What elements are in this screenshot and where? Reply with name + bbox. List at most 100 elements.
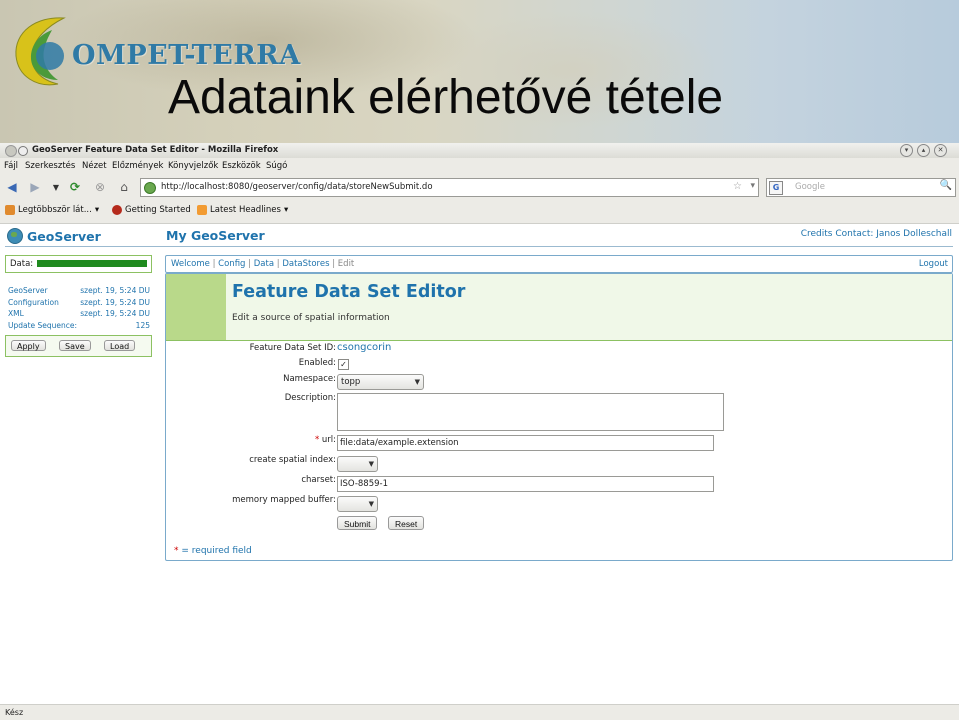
back-icon[interactable]: ◀: [4, 179, 20, 195]
menu-bar: Fájl Szerkesztés Nézet Előzmények Könyvj…: [0, 158, 959, 174]
menu-item-edit[interactable]: Szerkesztés: [25, 161, 75, 171]
search-engine-icon[interactable]: G: [769, 181, 783, 195]
reset-button[interactable]: Reset: [388, 516, 425, 530]
breadcrumb-welcome[interactable]: Welcome: [171, 259, 210, 269]
required-marker: *: [314, 435, 320, 445]
search-box[interactable]: G Google 🔍: [766, 178, 956, 197]
enabled-checkbox[interactable]: ✓: [338, 359, 349, 370]
status-text: Kész: [5, 708, 24, 717]
stop-icon[interactable]: ⊗: [92, 179, 108, 195]
url-label: * url:: [166, 435, 336, 445]
status-value: szept. 19, 5:24 DU: [80, 309, 150, 319]
save-button[interactable]: Save: [59, 340, 91, 351]
feature-id-value: csongcorin: [337, 342, 392, 353]
minimize-icon[interactable]: ▾: [900, 144, 913, 157]
status-table: GeoServer szept. 19, 5:24 DU Configurati…: [8, 286, 150, 333]
contact-link[interactable]: Contact: Janos Dolleschall: [835, 229, 952, 239]
header-divider: [5, 246, 953, 247]
chevron-down-icon: ▾: [94, 205, 100, 215]
status-bar: Kész: [0, 704, 959, 720]
credits-bar: Credits Contact: Janos Dolleschall: [801, 229, 952, 239]
chevron-down-icon: ▾: [283, 205, 289, 215]
bookmark-getting-started[interactable]: Getting Started: [112, 205, 191, 215]
breadcrumb: Welcome | Config | Data | DataStores | E…: [171, 259, 354, 269]
charset-label: charset:: [301, 475, 336, 485]
firefox-icon: [18, 146, 28, 156]
status-row: Configuration szept. 19, 5:24 DU: [8, 298, 150, 310]
bookmark-latest-headlines[interactable]: Latest Headlines ▾: [197, 205, 288, 215]
window-menu-icon[interactable]: [5, 145, 17, 157]
spatial-index-label: create spatial index:: [249, 455, 336, 465]
chevron-down-icon: ▼: [414, 378, 420, 386]
url-input[interactable]: file:data/example.extension: [337, 435, 714, 451]
breadcrumb-data[interactable]: Data: [254, 259, 274, 269]
chevron-down-icon: ▼: [368, 500, 374, 508]
window-title: GeoServer Feature Data Set Editor - Mozi…: [32, 145, 279, 155]
submit-button[interactable]: Submit: [337, 516, 378, 530]
search-icon[interactable]: 🔍: [940, 180, 952, 191]
required-marker: *: [174, 546, 179, 556]
logout-link[interactable]: Logout: [919, 259, 948, 269]
geoserver-logo[interactable]: GeoServer: [7, 228, 101, 244]
charset-input[interactable]: ISO-8859-1: [337, 476, 714, 492]
menu-item-tools[interactable]: Eszközök: [222, 161, 261, 171]
firefox-bookmark-icon: [112, 205, 122, 215]
maximize-icon[interactable]: ▴: [917, 144, 930, 157]
menu-item-help[interactable]: Súgó: [266, 161, 287, 171]
geoserver-logo-text: GeoServer: [27, 228, 101, 244]
home-icon[interactable]: ⌂: [116, 179, 132, 195]
close-icon[interactable]: ✕: [934, 144, 947, 157]
load-button[interactable]: Load: [104, 340, 136, 351]
editor-header-accent: [166, 274, 226, 340]
status-row: GeoServer szept. 19, 5:24 DU: [8, 286, 150, 298]
required-note: * = required field: [174, 546, 252, 556]
spatial-index-select[interactable]: ▼: [337, 456, 378, 472]
config-buttons: Apply Save Load: [5, 335, 152, 357]
credits-link[interactable]: Credits: [801, 229, 833, 239]
menu-item-file[interactable]: Fájl: [4, 161, 18, 171]
url-label-text: url:: [321, 435, 336, 445]
bookmark-star-icon[interactable]: ☆: [733, 181, 742, 192]
data-status-box: Data:: [5, 255, 152, 273]
status-key[interactable]: Configuration: [8, 298, 59, 307]
data-label: Data:: [10, 259, 34, 269]
menu-item-view[interactable]: Nézet: [82, 161, 107, 171]
slide-title: Adataink elérhetővé tétele: [168, 71, 724, 124]
page-heading: My GeoServer: [166, 228, 265, 243]
url-dropdown-icon[interactable]: ▾: [750, 181, 755, 191]
required-note-text: = required field: [181, 546, 252, 556]
forward-icon[interactable]: ▶: [27, 179, 43, 195]
editor-subtitle: Edit a source of spatial information: [232, 313, 390, 323]
mmb-select[interactable]: ▼: [337, 496, 378, 512]
globe-icon: [7, 228, 23, 244]
menu-item-history[interactable]: Előzmények: [112, 161, 163, 171]
editor-header: Feature Data Set Editor Edit a source of…: [166, 274, 952, 341]
description-label: Description:: [284, 393, 336, 403]
editor-title: Feature Data Set Editor: [232, 282, 466, 302]
bookmark-label: Legtöbbször lát...: [18, 205, 92, 215]
navigation-toolbar: ◀ ▶ ▼ ⟳ ⊗ ⌂ http://localhost:8080/geoser…: [0, 174, 959, 199]
site-identity-icon[interactable]: [144, 182, 156, 194]
breadcrumb-datastores[interactable]: DataStores: [282, 259, 329, 269]
menu-item-bookmarks[interactable]: Könyvjelzők: [168, 161, 218, 171]
status-value: szept. 19, 5:24 DU: [80, 286, 150, 295]
namespace-label: Namespace:: [283, 374, 336, 384]
apply-button[interactable]: Apply: [11, 340, 46, 351]
data-status-bar: [37, 260, 147, 267]
namespace-selected: topp: [341, 377, 361, 387]
status-value: szept. 19, 5:24 DU: [80, 297, 150, 307]
breadcrumb-current: Edit: [337, 259, 355, 269]
status-key[interactable]: GeoServer: [8, 286, 48, 295]
feature-id-label: Feature Data Set ID:: [249, 343, 336, 353]
bookmark-most-visited[interactable]: Legtöbbször lát... ▾: [5, 205, 99, 215]
reload-icon[interactable]: ⟳: [67, 179, 83, 195]
search-placeholder: Google: [795, 182, 825, 192]
description-textarea[interactable]: [337, 393, 724, 431]
namespace-select[interactable]: topp ▼: [337, 374, 424, 390]
status-value: 125: [135, 321, 150, 331]
mmb-label: memory mapped buffer:: [232, 495, 336, 505]
history-dropdown-icon[interactable]: ▼: [48, 179, 64, 195]
status-key[interactable]: XML: [8, 309, 24, 318]
address-bar[interactable]: http://localhost:8080/geoserver/config/d…: [140, 178, 759, 197]
breadcrumb-config[interactable]: Config: [218, 259, 245, 269]
